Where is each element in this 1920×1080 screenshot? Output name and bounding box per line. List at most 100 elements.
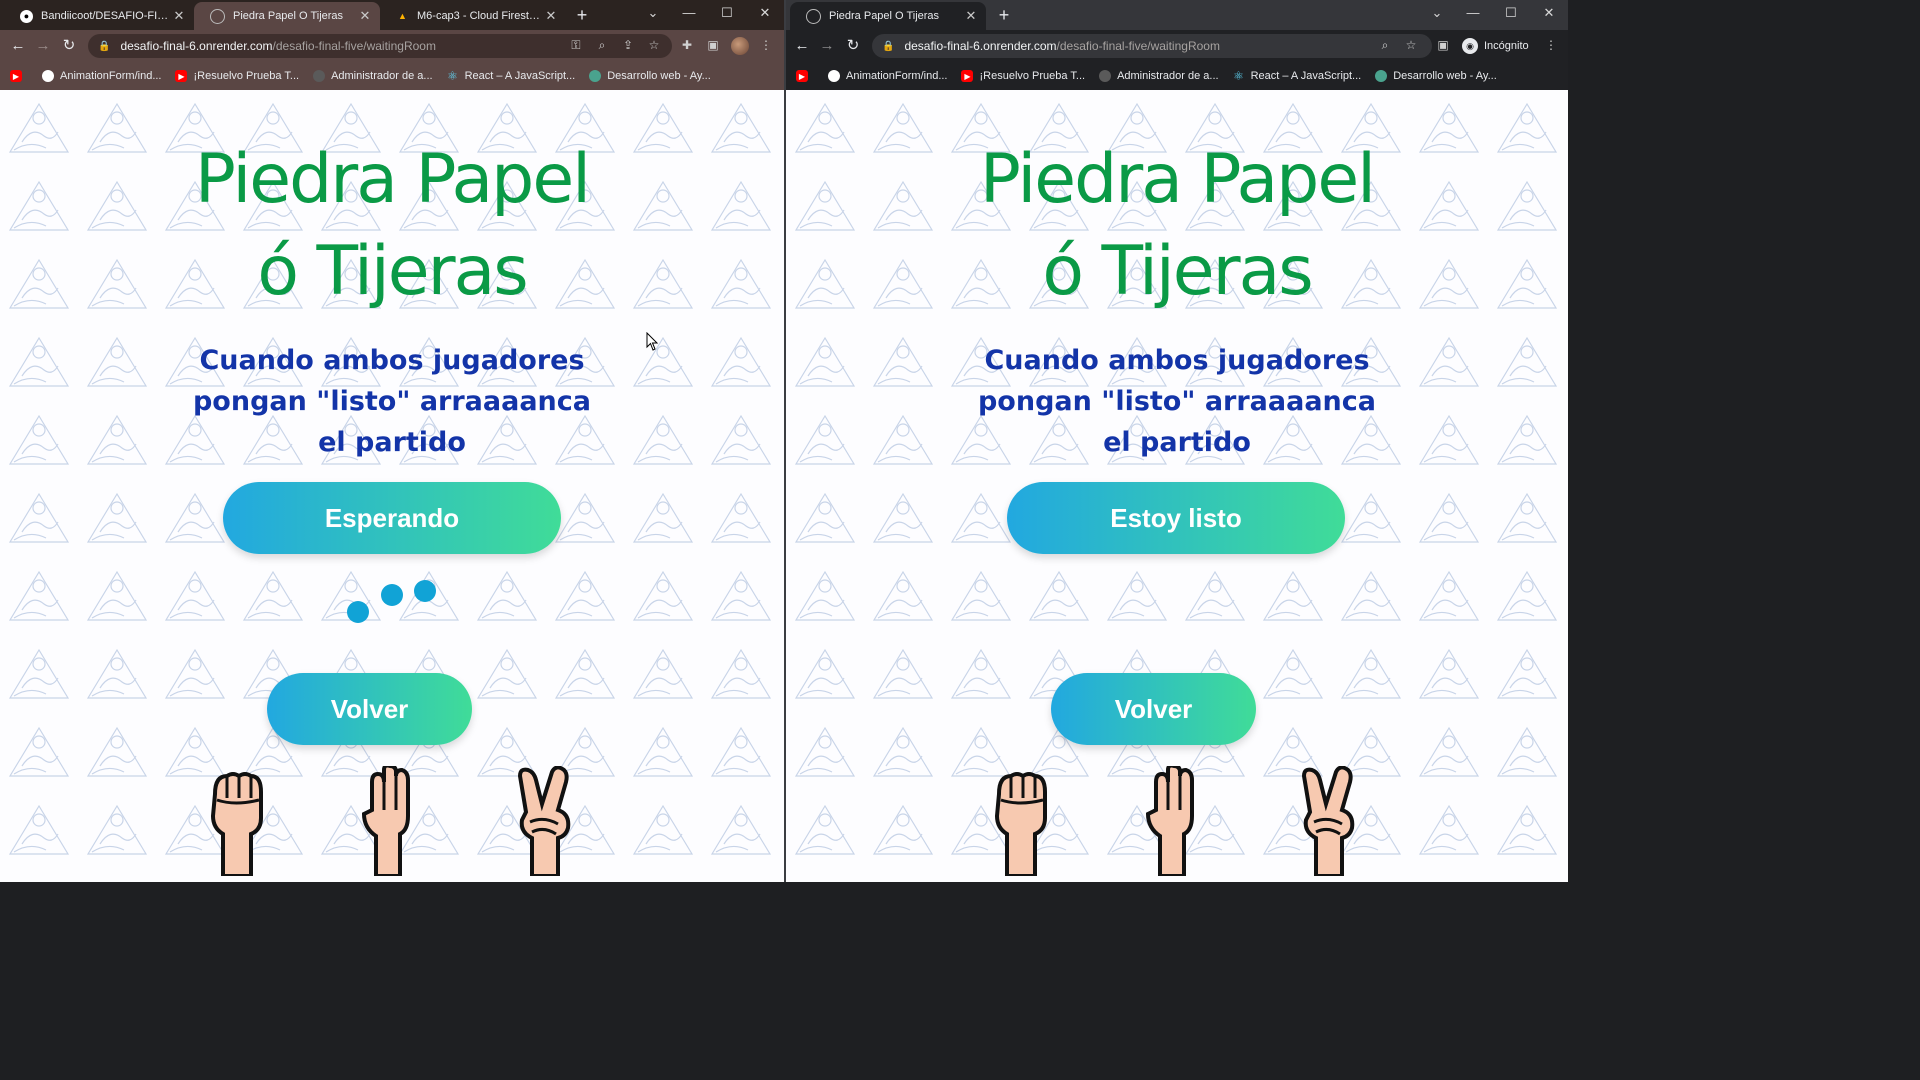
new-tab-button[interactable]: + [993,4,1015,26]
close-icon[interactable]: ✕ [356,8,374,24]
menu-icon[interactable]: ⋮ [1542,36,1560,54]
page-content: Piedra Papel ó Tijeras Cuando ambos juga… [0,90,784,882]
toolbar: ← → ↻ 🔒 desafio-final-6.onrender.com/des… [0,30,784,62]
instructions-line: el partido [1103,427,1251,458]
bookmark-item[interactable]: ⚛ React – A JavaScript... [447,69,575,83]
minimize-button[interactable]: — [1454,0,1492,28]
bookmark-youtube[interactable]: ▶ [796,70,814,82]
ready-button[interactable]: Estoy listo [1007,482,1345,554]
dev-icon [1375,70,1388,82]
tab-piedra-papel[interactable]: Piedra Papel O Tijeras ✕ [194,2,380,30]
forward-arrow-icon[interactable]: → [33,36,53,56]
incognito-indicator[interactable]: ◉ Incógnito [1462,36,1529,56]
incognito-label: Incógnito [1484,40,1529,52]
back-button[interactable]: Volver [1051,673,1256,745]
youtube-icon: ▶ [175,70,188,82]
loading-dot [414,580,436,602]
youtube-icon: ▶ [961,70,974,82]
profile-avatar[interactable] [731,37,749,55]
side-panel-icon[interactable]: ▣ [1434,36,1452,54]
bookmark-item[interactable]: AnimationForm/ind... [42,70,161,82]
instructions-line: pongan "listo" arraaaanca [977,386,1376,417]
tab-firestore[interactable]: ▲ M6-cap3 - Cloud Firestore - Fi ✕ [380,2,566,30]
bookmark-youtube[interactable]: ▶ [10,70,28,82]
tab-search-icon[interactable]: ⌄ [634,0,672,28]
toolbar: ← → ↻ 🔒 desafio-final-6.onrender.com/des… [786,30,1568,62]
scissors-hand-icon[interactable] [512,766,576,876]
side-panel-icon[interactable]: ▣ [704,36,722,54]
url-host: desafio-final-6.onrender.com [904,39,1057,53]
firebase-icon: ▲ [398,11,407,21]
paper-hand-icon[interactable] [358,766,422,876]
rock-hand-icon[interactable] [989,766,1053,876]
bookmarks-bar: ▶ AnimationForm/ind... ▶ ¡Resuelvo Prueba… [786,62,1568,90]
instructions-line: pongan "listo" arraaaanca [192,386,591,417]
cursor-arrow-icon [646,332,659,351]
page-title: Piedra Papel ó Tijeras [786,134,1568,318]
github-icon: ● [20,9,33,23]
globe-icon [313,70,326,82]
globe-icon [210,8,225,24]
forward-arrow-icon[interactable]: → [817,36,837,56]
title-line: Piedra Papel [979,140,1376,219]
bookmark-item[interactable]: AnimationForm/ind... [828,70,947,82]
bookmark-label: React – A JavaScript... [1250,70,1362,82]
tab-strip: ● Bandiicoot/DESAFIO-FINAL-6 ✕ Piedra Pa… [0,0,784,30]
bookmark-label: AnimationForm/ind... [60,70,162,82]
tab-search-icon[interactable]: ⌄ [1418,0,1456,28]
dev-icon [589,70,602,82]
lock-icon: 🔒 [882,40,895,52]
tab-github[interactable]: ● Bandiicoot/DESAFIO-FINAL-6 ✕ [4,2,194,30]
maximize-button[interactable]: ☐ [708,0,746,28]
tab-label: Bandiicoot/DESAFIO-FINAL-6 [41,10,170,22]
zoom-icon[interactable]: ⌕ [593,36,611,54]
menu-icon[interactable]: ⋮ [757,36,775,54]
bookmark-label: Desarrollo web - Ay... [607,70,711,82]
close-icon[interactable]: ✕ [542,8,560,24]
back-button[interactable]: Volver [267,673,472,745]
share-icon[interactable]: ⇪ [619,36,637,54]
bookmark-label: Desarrollo web - Ay... [1393,70,1497,82]
bookmark-star-icon[interactable]: ☆ [645,36,663,54]
bookmark-item[interactable]: ⚛ React – A JavaScript... [1233,69,1362,83]
react-icon: ⚛ [1233,69,1244,83]
maximize-button[interactable]: ☐ [1492,0,1530,28]
url-host: desafio-final-6.onrender.com [120,39,273,53]
close-icon[interactable]: ✕ [170,8,188,24]
tab-label: Piedra Papel O Tijeras [233,10,344,22]
tab-label: Piedra Papel O Tijeras [829,10,940,22]
bookmark-item[interactable]: Administrador de a... [313,70,433,82]
bookmark-item[interactable]: Desarrollo web - Ay... [1375,70,1497,82]
minimize-button[interactable]: — [670,0,708,28]
bookmark-label: AnimationForm/ind... [846,70,948,82]
bookmark-star-icon[interactable]: ☆ [1402,36,1420,54]
address-bar[interactable]: 🔒 desafio-final-6.onrender.com/desafio-f… [872,34,1432,58]
scissors-hand-icon[interactable] [1296,766,1360,876]
close-window-button[interactable]: ✕ [746,0,784,28]
rock-hand-icon[interactable] [205,766,269,876]
github-icon [42,70,54,82]
instructions-line: Cuando ambos jugadores [199,345,585,376]
reload-icon[interactable]: ↻ [843,36,863,56]
url-path: /desafio-final-five/waitingRoom [272,39,436,53]
title-line: Piedra Papel [194,140,591,219]
back-arrow-icon[interactable]: ← [8,36,28,56]
waiting-status-button[interactable]: Esperando [223,482,561,554]
bookmark-item[interactable]: ▶ ¡Resuelvo Prueba T... [175,70,299,82]
reload-icon[interactable]: ↻ [59,36,79,56]
key-icon[interactable]: ⚿ [567,36,585,54]
zoom-icon[interactable]: ⌕ [1376,36,1394,54]
bookmark-item[interactable]: ▶ ¡Resuelvo Prueba T... [961,70,1085,82]
title-line: ó Tijeras [257,232,528,311]
bookmark-item[interactable]: Desarrollo web - Ay... [589,70,711,82]
back-arrow-icon[interactable]: ← [792,36,812,56]
tab-piedra-papel[interactable]: Piedra Papel O Tijeras ✕ [790,2,986,30]
close-icon[interactable]: ✕ [962,8,980,24]
loading-dot [381,584,403,606]
extensions-icon[interactable]: ✚ [678,36,696,54]
paper-hand-icon[interactable] [1142,766,1206,876]
close-window-button[interactable]: ✕ [1530,0,1568,28]
instructions-text: Cuando ambos jugadores pongan "listo" ar… [0,340,784,463]
bookmark-item[interactable]: Administrador de a... [1099,70,1219,82]
new-tab-button[interactable]: + [571,4,593,26]
